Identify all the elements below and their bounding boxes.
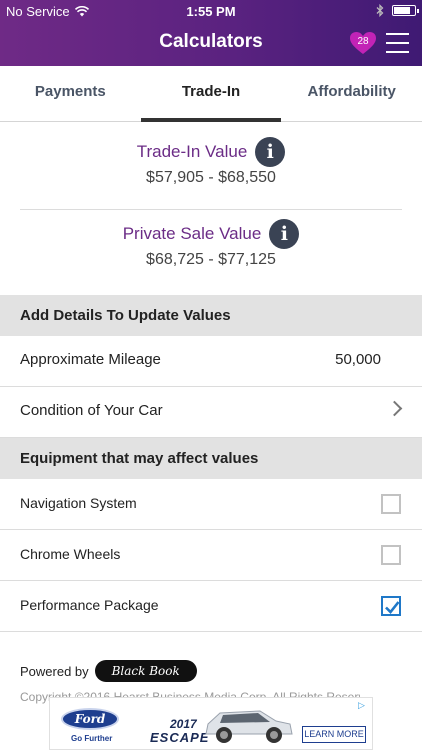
trade-in-value-block: Trade-In Value i $57,905 - $68,550 (0, 137, 422, 187)
status-bar: No Service 1:55 PM (0, 0, 422, 22)
performance-checkbox[interactable] (381, 596, 401, 616)
checkmark-icon (385, 601, 400, 614)
equipment-item-label: Performance Package (20, 597, 159, 613)
ford-logo: Ford (61, 708, 119, 730)
equipment-section-header: Equipment that may affect values (0, 438, 422, 479)
private-sale-value-range: $68,725 - $77,125 (146, 251, 276, 268)
hamburger-menu-icon[interactable] (386, 33, 409, 53)
chrome-wheels-checkbox[interactable] (381, 545, 401, 565)
learn-more-button[interactable]: LEARN MORE (302, 726, 366, 743)
divider (20, 209, 402, 210)
ad-banner[interactable]: Ford Go Further 2017 ESCAPE LEARN MORE ▷ (49, 697, 373, 750)
private-sale-info-icon[interactable]: i (269, 219, 300, 249)
tab-payments[interactable]: Payments (0, 66, 141, 121)
favorites-heart-icon[interactable]: 28 (349, 31, 377, 55)
clock: 1:55 PM (186, 4, 236, 19)
equipment-item-label: Chrome Wheels (20, 546, 121, 562)
bluetooth-icon (376, 4, 384, 17)
value-summary: Trade-In Value i $57,905 - $68,550 Priva… (0, 122, 422, 295)
condition-label: Condition of Your Car (20, 402, 163, 419)
navigation-checkbox[interactable] (381, 494, 401, 514)
adchoices-icon[interactable]: ▷ (358, 700, 368, 710)
trade-in-value-range: $57,905 - $68,550 (146, 169, 276, 186)
private-sale-value-label: Private Sale Value (122, 224, 262, 243)
equipment-item-performance[interactable]: Performance Package (0, 581, 422, 632)
ad-tagline: Go Further (71, 734, 113, 743)
battery-icon (392, 5, 419, 16)
equipment-item-navigation[interactable]: Navigation System (0, 479, 422, 530)
trade-in-info-icon[interactable]: i (255, 137, 286, 167)
powered-by-label: Powered by (20, 663, 89, 679)
details-section-header: Add Details To Update Values (0, 295, 422, 336)
tab-trade-in[interactable]: Trade-In (140, 66, 282, 122)
equipment-item-chrome-wheels[interactable]: Chrome Wheels (0, 530, 422, 581)
ad-year: 2017 (170, 717, 197, 731)
mileage-row[interactable]: Approximate Mileage 50,000 (0, 336, 422, 387)
condition-row[interactable]: Condition of Your Car (0, 387, 422, 438)
calculator-tabs: Payments Trade-In Affordability (0, 66, 422, 122)
mileage-label: Approximate Mileage (20, 351, 161, 368)
tab-affordability[interactable]: Affordability (281, 66, 422, 121)
app-header: No Service 1:55 PM Calculators 28 (0, 0, 422, 66)
chevron-right-icon (386, 400, 403, 417)
favorites-count: 28 (357, 36, 369, 47)
mileage-value[interactable]: 50,000 (335, 351, 381, 368)
equipment-item-label: Navigation System (20, 495, 137, 511)
suv-image (205, 710, 293, 743)
powered-by: Powered by Black Book (20, 660, 197, 682)
private-sale-value-block: Private Sale Value i $68,725 - $77,125 (0, 219, 422, 269)
black-book-logo: Black Book (94, 660, 197, 682)
trade-in-value-label: Trade-In Value (136, 142, 248, 161)
